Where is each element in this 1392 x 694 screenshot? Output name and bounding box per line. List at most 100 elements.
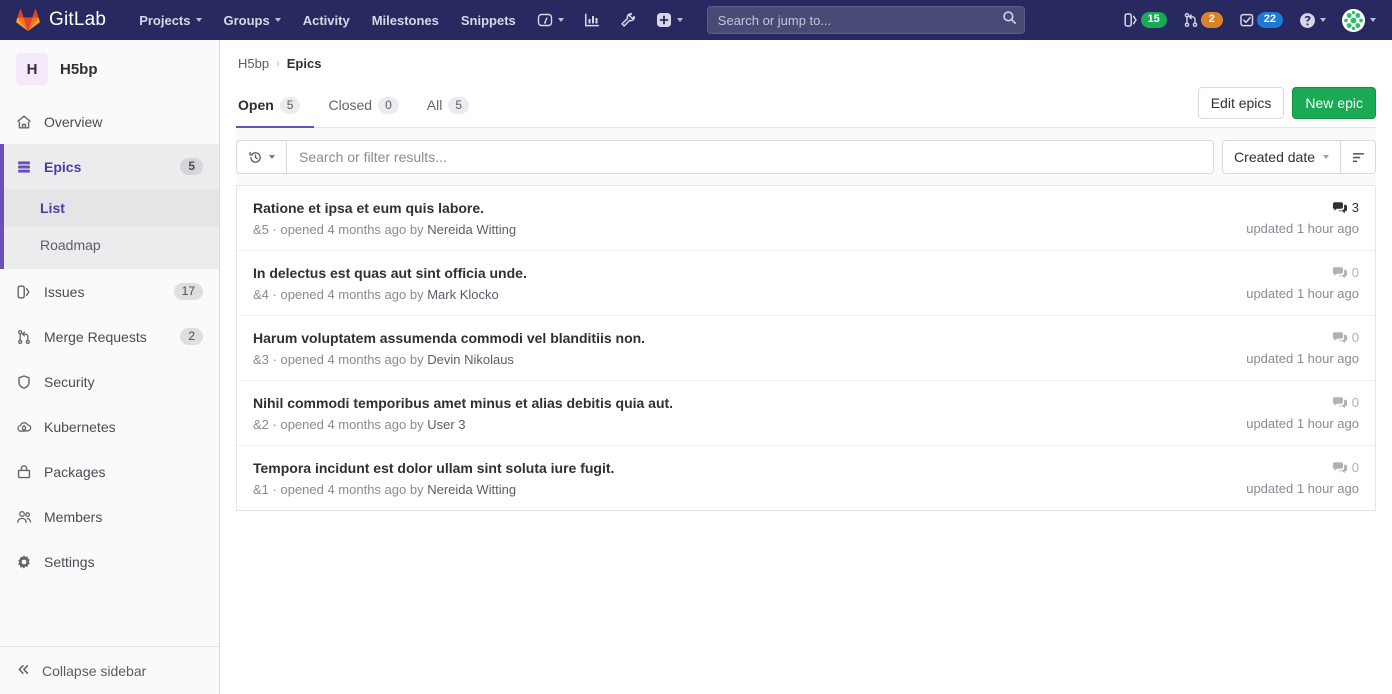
filter-bar: Created date [236, 128, 1376, 186]
epic-comment-count[interactable]: 0 [1246, 393, 1359, 412]
epic-comment-count[interactable]: 0 [1246, 328, 1359, 347]
nav-milestones[interactable]: Milestones [361, 0, 450, 40]
collapse-sidebar-button[interactable]: Collapse sidebar [0, 646, 219, 694]
sidebar-item-epics[interactable]: Epics 5 [0, 144, 219, 189]
epic-reference: &3 [253, 352, 269, 367]
sort-controls: Created date [1222, 140, 1376, 174]
sidebar-item-kubernetes-label: Kubernetes [44, 418, 116, 435]
nav-admin-button[interactable] [610, 0, 646, 40]
epic-opened-text: · opened 4 months ago by [272, 417, 424, 432]
epic-comment-count-value: 0 [1351, 460, 1359, 475]
issues-counter[interactable]: 15 [1115, 0, 1175, 40]
epic-meta: &4 · opened 4 months ago by Mark Klocko [253, 286, 1230, 304]
todo-check-icon [1240, 13, 1253, 27]
epic-reference: &5 [253, 222, 269, 237]
sidebar-item-issues[interactable]: Issues 17 [0, 269, 219, 314]
sidebar-item-packages[interactable]: Packages [0, 449, 219, 494]
breadcrumb-current[interactable]: Epics [287, 56, 322, 71]
members-icon [16, 509, 32, 525]
collapse-sidebar-label: Collapse sidebar [42, 662, 147, 679]
epic-opened-text: · opened 4 months ago by [272, 222, 424, 237]
recent-searches-dropdown[interactable] [237, 141, 287, 173]
new-epic-button[interactable]: New epic [1292, 87, 1376, 119]
chevron-down-icon [676, 18, 683, 22]
epic-author-link[interactable]: Devin Nikolaus [427, 352, 514, 367]
breadcrumb-group-link[interactable]: H5bp [238, 56, 269, 71]
sort-direction-button[interactable] [1340, 140, 1376, 174]
sidebar-item-epics-roadmap[interactable]: Roadmap [0, 226, 219, 263]
table-row[interactable]: Tempora incidunt est dolor ullam sint so… [237, 446, 1375, 510]
tabs-group: Open 5 Closed 0 All 5 [236, 83, 483, 128]
epic-meta: &2 · opened 4 months ago by User 3 [253, 416, 1230, 434]
epic-author-link[interactable]: User 3 [427, 417, 465, 432]
epic-title-link[interactable]: Tempora incidunt est dolor ullam sint so… [253, 458, 1230, 478]
epic-meta: &5 · opened 4 months ago by Nereida Witt… [253, 221, 1230, 239]
group-header-link[interactable]: H H5bp [0, 40, 219, 99]
epic-title-link[interactable]: Harum voluptatem assumenda commodi vel b… [253, 328, 1230, 348]
sidebar-section-packages: Packages [0, 449, 219, 494]
sidebar-item-overview[interactable]: Overview [0, 99, 219, 144]
sidebar-item-kubernetes[interactable]: Kubernetes [0, 404, 219, 449]
table-row[interactable]: Harum voluptatem assumenda commodi vel b… [237, 316, 1375, 381]
sidebar-item-security[interactable]: Security [0, 359, 219, 404]
comments-icon [1332, 332, 1347, 344]
tab-all[interactable]: All 5 [413, 84, 483, 128]
epic-title-link[interactable]: Ratione et ipsa et eum quis labore. [253, 198, 1230, 218]
nav-analytics-button[interactable] [574, 0, 610, 40]
sidebar-section-merge-requests: Merge Requests 2 [0, 314, 219, 359]
gitlab-logo-icon [16, 9, 40, 31]
epic-comment-count[interactable]: 0 [1246, 263, 1359, 282]
create-new-button[interactable] [646, 0, 693, 40]
sidebar-item-settings[interactable]: Settings [0, 539, 219, 584]
filter-input[interactable] [287, 141, 1214, 173]
gitlab-brand-text: GitLab [49, 9, 107, 30]
tab-closed[interactable]: Closed 0 [314, 84, 412, 128]
sidebar-item-epics-list[interactable]: List [0, 189, 219, 226]
sidebar-item-merge-requests[interactable]: Merge Requests 2 [0, 314, 219, 359]
epic-comment-count[interactable]: 3 [1246, 198, 1359, 217]
sidebar-item-merge-requests-label: Merge Requests [44, 328, 147, 345]
nav-projects[interactable]: Projects [128, 0, 212, 40]
user-menu-button[interactable] [1334, 0, 1380, 40]
nav-activity[interactable]: Activity [292, 0, 361, 40]
sort-dropdown[interactable]: Created date [1222, 140, 1340, 174]
epic-comment-count[interactable]: 0 [1246, 458, 1359, 477]
sidebar-item-merge-requests-count: 2 [180, 328, 203, 345]
nav-dashboard-button[interactable] [527, 0, 574, 40]
chevron-down-icon [557, 18, 564, 22]
nav-groups[interactable]: Groups [213, 0, 292, 40]
help-menu-button[interactable] [1291, 0, 1334, 40]
todos-counter[interactable]: 22 [1231, 0, 1291, 40]
sidebar-item-security-label: Security [44, 373, 95, 390]
nav-groups-label: Groups [223, 12, 270, 28]
table-row[interactable]: In delectus est quas aut sint officia un… [237, 251, 1375, 316]
sidebar-section-issues: Issues 17 [0, 269, 219, 314]
home-icon [16, 114, 32, 130]
main-content: H5bp › Epics Open 5 Closed 0 All 5 Edit … [220, 40, 1392, 694]
epics-actions: Edit epics New epic [1197, 87, 1376, 127]
epic-author-link[interactable]: Nereida Witting [427, 482, 516, 497]
epic-author-link[interactable]: Nereida Witting [427, 222, 516, 237]
package-icon [16, 464, 32, 480]
table-row[interactable]: Nihil commodi temporibus amet minus et a… [237, 381, 1375, 446]
sidebar-item-issues-count: 17 [173, 283, 203, 300]
epic-reference: &2 [253, 417, 269, 432]
sidebar-item-members[interactable]: Members [0, 494, 219, 539]
epic-title-link[interactable]: Nihil commodi temporibus amet minus et a… [253, 393, 1230, 413]
tab-open-label: Open [238, 97, 274, 113]
nav-snippets[interactable]: Snippets [450, 0, 527, 40]
gitlab-home-link[interactable]: GitLab [16, 8, 106, 32]
dashboard-icon [537, 13, 552, 27]
epic-author-link[interactable]: Mark Klocko [427, 287, 499, 302]
edit-epics-button[interactable]: Edit epics [1197, 87, 1285, 119]
epic-title-link[interactable]: In delectus est quas aut sint officia un… [253, 263, 1230, 283]
comments-icon [1332, 397, 1347, 409]
merge-requests-counter[interactable]: 2 [1175, 0, 1231, 40]
tab-open[interactable]: Open 5 [236, 84, 315, 128]
search-input[interactable] [706, 6, 1025, 34]
todos-count-badge: 22 [1256, 12, 1283, 28]
chevron-down-icon [1370, 18, 1376, 22]
sort-descending-icon [1352, 152, 1364, 162]
table-row[interactable]: Ratione et ipsa et eum quis labore. &5 ·… [237, 186, 1375, 251]
merge-request-icon [1184, 12, 1198, 28]
